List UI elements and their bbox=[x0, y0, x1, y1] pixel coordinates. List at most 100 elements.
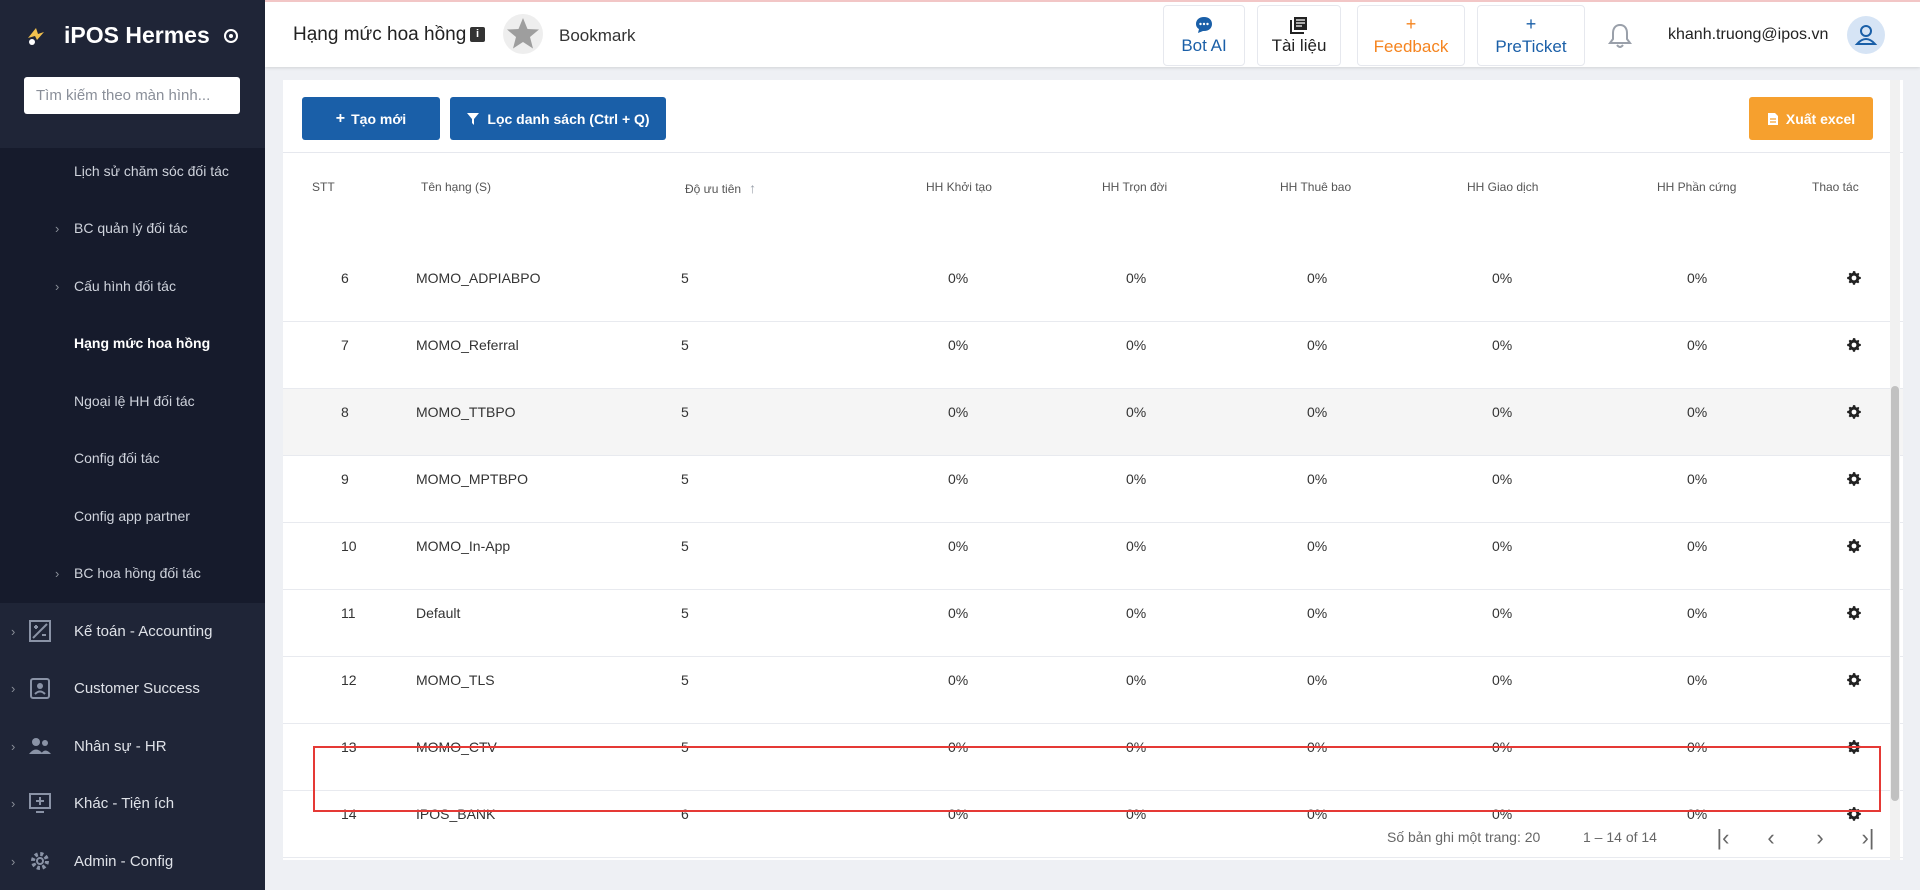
cell-stt: 7 bbox=[341, 337, 349, 353]
page-size-label[interactable]: Số bản ghi một trang: 20 bbox=[1387, 829, 1540, 845]
table-row[interactable]: 13 MOMO_CTV 5 0% 0% 0% 0% 0% bbox=[283, 724, 1903, 791]
sidebar: iPOS Hermes Lịch sử chăm sóc đối tác › B… bbox=[0, 0, 265, 890]
preticket-button[interactable]: + PreTicket bbox=[1477, 5, 1585, 66]
toolbar: + Tạo mới Lọc danh sách (Ctrl + Q) Xuất … bbox=[283, 80, 1903, 153]
bell-icon[interactable] bbox=[1607, 22, 1633, 50]
row-settings-gear-icon[interactable] bbox=[1846, 404, 1862, 420]
sidebar-item-label: BC quản lý đối tác bbox=[74, 220, 188, 236]
chevron-right-icon: › bbox=[11, 795, 16, 811]
sidebar-item-config-app-partner[interactable]: Config app partner bbox=[0, 496, 265, 536]
table-row[interactable]: 9 MOMO_MPTBPO 5 0% 0% 0% 0% 0% bbox=[283, 456, 1903, 523]
prev-page-button[interactable]: ‹ bbox=[1756, 823, 1786, 853]
chat-bubble-icon bbox=[1196, 16, 1212, 33]
cell-name: MOMO_CTV bbox=[416, 739, 497, 755]
last-page-button[interactable]: ›| bbox=[1853, 823, 1883, 853]
user-email[interactable]: khanh.truong@ipos.vn bbox=[1668, 26, 1828, 44]
row-settings-gear-icon[interactable] bbox=[1846, 739, 1862, 755]
cell-hardware: 0% bbox=[1687, 538, 1708, 554]
row-settings-gear-icon[interactable] bbox=[1846, 605, 1862, 621]
sidebar-item-label: Hạng mức hoa hồng bbox=[74, 335, 211, 351]
cell-lifetime: 0% bbox=[1126, 471, 1147, 487]
bookmark-star-icon[interactable] bbox=[502, 13, 544, 55]
sidebar-item-config-doi-tac[interactable]: Config đối tác bbox=[0, 438, 265, 478]
gear-icon bbox=[31, 852, 49, 870]
sidebar-item-cau-hinh[interactable]: › Cấu hình đối tác bbox=[0, 266, 265, 306]
row-settings-gear-icon[interactable] bbox=[1846, 270, 1862, 286]
table-row[interactable]: 10 MOMO_In-App 5 0% 0% 0% 0% 0% bbox=[283, 523, 1903, 590]
file-icon bbox=[1767, 112, 1778, 125]
cell-name: MOMO_Referral bbox=[416, 337, 519, 353]
row-settings-gear-icon[interactable] bbox=[1846, 471, 1862, 487]
scrollbar-thumb[interactable] bbox=[1891, 386, 1899, 801]
cell-stt: 8 bbox=[341, 404, 349, 420]
cell-hardware: 0% bbox=[1687, 337, 1708, 353]
cell-subscription: 0% bbox=[1307, 270, 1328, 286]
feedback-button[interactable]: + Feedback bbox=[1357, 5, 1465, 66]
cell-lifetime: 0% bbox=[1126, 672, 1147, 688]
brand[interactable]: iPOS Hermes bbox=[24, 22, 238, 49]
sidebar-item-bc-quan-ly[interactable]: › BC quản lý đối tác bbox=[0, 208, 265, 248]
sidebar-item-label: Ngoại lệ HH đối tác bbox=[74, 393, 195, 409]
sidebar-item-ke-toan[interactable]: › Kế toán - Accounting bbox=[0, 611, 265, 651]
cell-priority: 5 bbox=[681, 270, 689, 286]
cell-transaction: 0% bbox=[1492, 270, 1513, 286]
export-excel-button[interactable]: Xuất excel bbox=[1749, 97, 1873, 140]
row-settings-gear-icon[interactable] bbox=[1846, 672, 1862, 688]
row-settings-gear-icon[interactable] bbox=[1846, 538, 1862, 554]
export-label: Xuất excel bbox=[1785, 110, 1856, 127]
plus-icon: + bbox=[1525, 13, 1537, 34]
sidebar-item-lich-su-cham-soc[interactable]: Lịch sử chăm sóc đối tác bbox=[0, 151, 265, 191]
table-row[interactable]: 7 MOMO_Referral 5 0% 0% 0% 0% 0% bbox=[283, 322, 1903, 389]
sidebar-item-ngoai-le[interactable]: Ngoại lệ HH đối tác bbox=[0, 381, 265, 421]
cell-hardware: 0% bbox=[1687, 404, 1708, 420]
create-label: Tạo mới bbox=[351, 110, 407, 127]
filter-label: Lọc danh sách (Ctrl + Q) bbox=[487, 110, 650, 127]
next-page-button[interactable]: › bbox=[1805, 823, 1835, 853]
cell-priority: 5 bbox=[681, 739, 689, 755]
th-init: HH Khởi tạo bbox=[926, 180, 992, 194]
sidebar-item-admin-config[interactable]: › Admin - Config bbox=[0, 841, 265, 881]
range-label: 1 – 14 of 14 bbox=[1583, 829, 1657, 845]
radio-dot-icon[interactable] bbox=[223, 28, 238, 43]
cell-stt: 11 bbox=[341, 605, 356, 621]
sidebar-item-customer-success[interactable]: › Customer Success bbox=[0, 668, 265, 708]
bot-ai-label: Bot AI bbox=[1181, 35, 1227, 55]
table-row[interactable]: 8 MOMO_TTBPO 5 0% 0% 0% 0% 0% bbox=[283, 389, 1903, 456]
sidebar-item-label: Admin - Config bbox=[74, 852, 174, 870]
cell-priority: 5 bbox=[681, 337, 689, 353]
first-page-button[interactable]: |‹ bbox=[1708, 823, 1738, 853]
cell-init: 0% bbox=[948, 672, 969, 688]
row-settings-gear-icon[interactable] bbox=[1846, 337, 1862, 353]
table-row[interactable]: 11 Default 5 0% 0% 0% 0% 0% bbox=[283, 590, 1903, 657]
sidebar-item-khac[interactable]: › Khác - Tiện ích bbox=[0, 783, 265, 823]
cell-transaction: 0% bbox=[1492, 404, 1513, 420]
cell-lifetime: 0% bbox=[1126, 739, 1147, 755]
filter-list-button[interactable]: Lọc danh sách (Ctrl + Q) bbox=[450, 97, 666, 140]
sidebar-item-nhan-su[interactable]: › Nhân sự - HR bbox=[0, 726, 265, 766]
th-priority[interactable]: Độ ưu tiên ↑ bbox=[685, 180, 756, 196]
th-lifetime: HH Trọn đời bbox=[1102, 180, 1168, 194]
monitor-plus-icon bbox=[29, 793, 51, 813]
cell-priority: 5 bbox=[681, 404, 689, 420]
scrollbar[interactable] bbox=[1890, 80, 1900, 860]
cell-stt: 13 bbox=[341, 739, 357, 755]
bot-ai-button[interactable]: Bot AI bbox=[1163, 5, 1245, 66]
cell-subscription: 0% bbox=[1307, 672, 1328, 688]
cell-name: Default bbox=[416, 605, 461, 621]
sidebar-item-label: Config đối tác bbox=[74, 450, 160, 466]
sidebar-item-hang-muc-hoa-hong[interactable]: Hạng mức hoa hồng bbox=[0, 323, 265, 363]
avatar[interactable] bbox=[1847, 16, 1885, 54]
preticket-label: PreTicket bbox=[1495, 36, 1567, 56]
create-button[interactable]: + Tạo mới bbox=[302, 97, 440, 140]
chevron-right-icon: › bbox=[11, 738, 16, 754]
table-row[interactable]: 12 MOMO_TLS 5 0% 0% 0% 0% 0% bbox=[283, 657, 1903, 724]
plus-icon: + bbox=[335, 109, 346, 127]
sidebar-search-input[interactable] bbox=[24, 77, 240, 114]
tai-lieu-button[interactable]: Tài liệu bbox=[1257, 5, 1341, 66]
bookmark-label[interactable]: Bookmark bbox=[559, 26, 636, 46]
sort-arrow-up-icon[interactable]: ↑ bbox=[749, 180, 756, 196]
info-icon[interactable]: i bbox=[470, 27, 485, 42]
sidebar-item-bc-hoa-hong[interactable]: › BC hoa hồng đối tác bbox=[0, 553, 265, 593]
th-name[interactable]: Tên hạng (S) bbox=[421, 180, 491, 194]
table-row[interactable]: 6 MOMO_ADPIABPO 5 0% 0% 0% 0% 0% bbox=[283, 255, 1903, 322]
